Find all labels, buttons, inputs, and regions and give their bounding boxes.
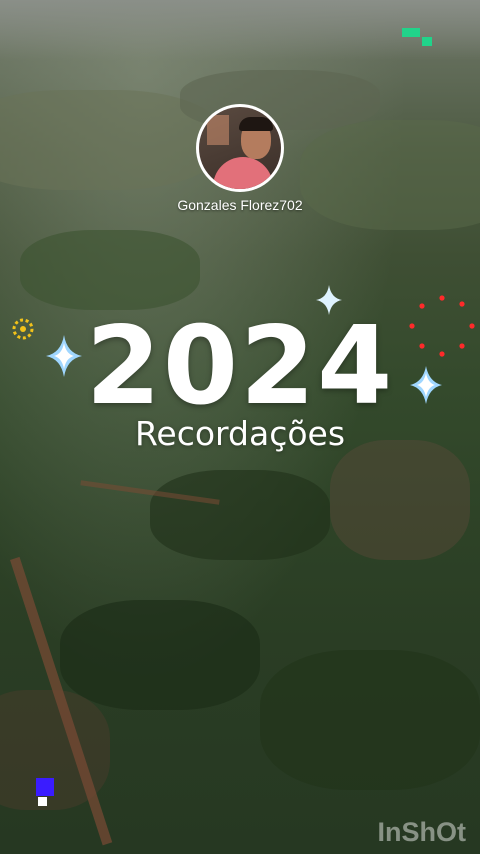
profile-photo [199,107,281,189]
field-patch [20,230,200,310]
field-patch [330,440,470,560]
watermark: InShOt [377,817,467,847]
subtitle: Recordações [134,414,346,453]
year-title: 2024 [85,304,395,429]
field-patch [60,600,260,710]
field-patch [300,120,480,230]
field-patch [150,470,330,560]
avatar[interactable] [196,104,284,192]
story-frame: Gonzales Florez702 2024 Recordações InSh… [0,0,480,854]
field-patch [260,650,480,790]
username[interactable]: Gonzales Florez702 [0,197,480,213]
blue-white-pixel-icon [36,778,54,806]
green-pixel-icon [402,28,432,46]
